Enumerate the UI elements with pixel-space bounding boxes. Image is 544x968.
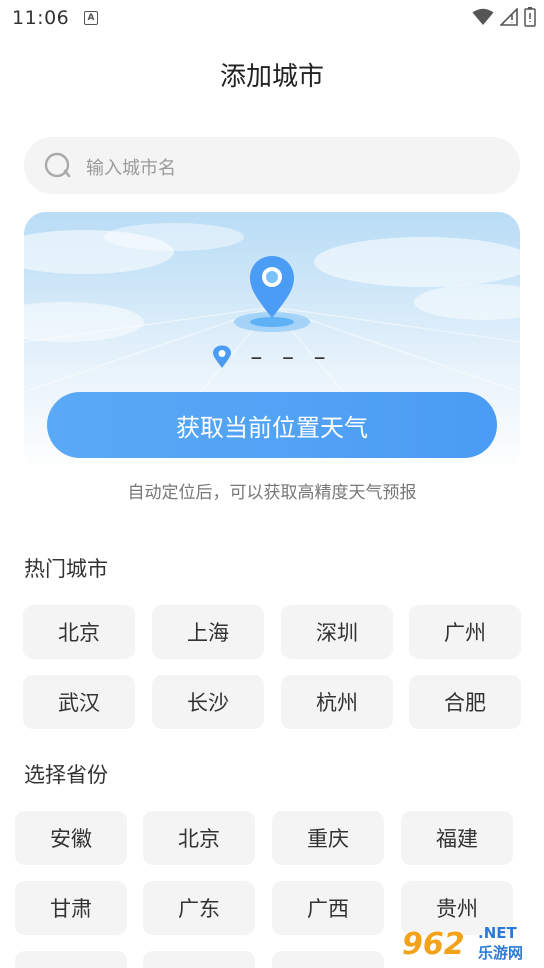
location-hint: 自动定位后，可以获取高精度天气预报 [127, 483, 417, 503]
province-chip-partial[interactable] [143, 951, 255, 968]
notification-icon: A [84, 11, 98, 25]
provinces-title: 选择省份 [24, 763, 108, 787]
hot-city-chip[interactable]: 北京 [23, 605, 135, 659]
province-chip[interactable]: 福建 [401, 811, 513, 865]
current-location-row: – – – [24, 342, 520, 372]
province-chip[interactable]: 重庆 [272, 811, 384, 865]
search-icon [44, 152, 71, 178]
small-pin-icon [213, 345, 232, 368]
status-icons [472, 7, 536, 27]
hot-city-chip[interactable]: 上海 [152, 605, 264, 659]
province-chip-partial[interactable] [15, 951, 127, 968]
current-location-value: – – – [250, 343, 332, 371]
watermark-text: 乐游网 [478, 944, 523, 962]
hot-cities-title: 热门城市 [24, 557, 108, 581]
watermark-number: 962 [402, 927, 465, 962]
watermark-logo: 962 .NET 乐游网 [401, 924, 523, 963]
status-time: 11:06 [12, 7, 70, 29]
watermark-suffix: .NET [478, 924, 517, 942]
province-chip[interactable]: 北京 [143, 811, 255, 865]
province-chip-partial[interactable] [272, 951, 384, 968]
province-chip[interactable]: 甘肃 [15, 881, 127, 935]
province-chip[interactable]: 广西 [272, 881, 384, 935]
page-title: 添加城市 [219, 62, 324, 92]
hot-city-chip[interactable]: 广州 [409, 605, 521, 659]
hot-city-chip[interactable]: 合肥 [409, 675, 521, 729]
city-search-input[interactable]: 输入城市名 [24, 137, 520, 194]
hot-city-chip[interactable]: 深圳 [281, 605, 393, 659]
province-chip[interactable]: 安徽 [15, 811, 127, 865]
signal-icon [500, 8, 518, 26]
province-chip[interactable]: 广东 [143, 881, 255, 935]
status-bar: 11:06 A [0, 0, 544, 38]
location-pin-icon [234, 256, 310, 332]
battery-icon [524, 7, 536, 27]
wifi-icon [472, 8, 494, 25]
get-location-weather-button[interactable]: 获取当前位置天气 [47, 392, 497, 458]
search-placeholder: 输入城市名 [86, 158, 176, 179]
hot-city-chip[interactable]: 长沙 [152, 675, 264, 729]
hot-city-chip[interactable]: 武汉 [23, 675, 135, 729]
hot-city-chip[interactable]: 杭州 [281, 675, 393, 729]
